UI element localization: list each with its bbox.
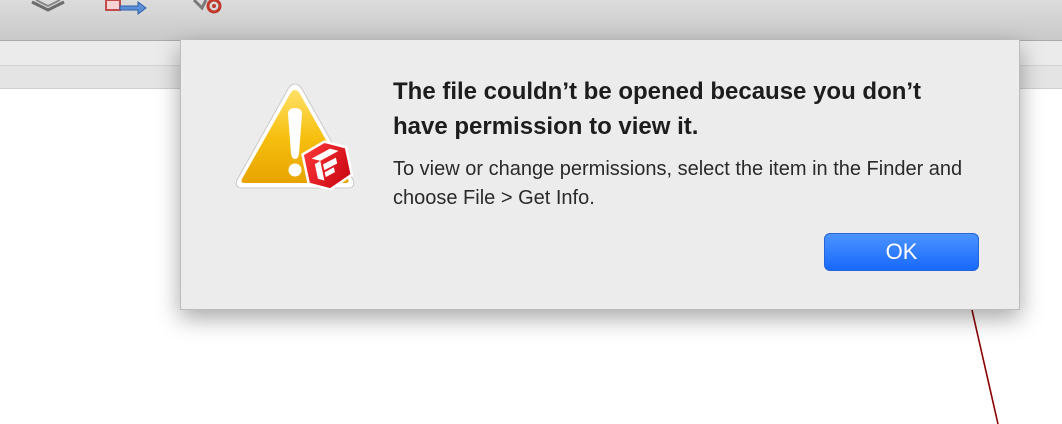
alert-title: The file couldn’t be opened because you …: [393, 78, 922, 140]
alert-message: To view or change permissions, select th…: [393, 158, 963, 209]
layers-icon[interactable]: [28, 0, 68, 16]
app-window: The file couldn’t be opened because you …: [0, 0, 1062, 424]
settings-icon[interactable]: [192, 0, 226, 16]
ok-button[interactable]: OK: [824, 233, 979, 271]
toolbar: [0, 0, 1062, 41]
transfer-icon[interactable]: [104, 0, 148, 16]
alert-sheet: The file couldn’t be opened because you …: [180, 40, 1020, 310]
warning-icon: [235, 83, 355, 191]
